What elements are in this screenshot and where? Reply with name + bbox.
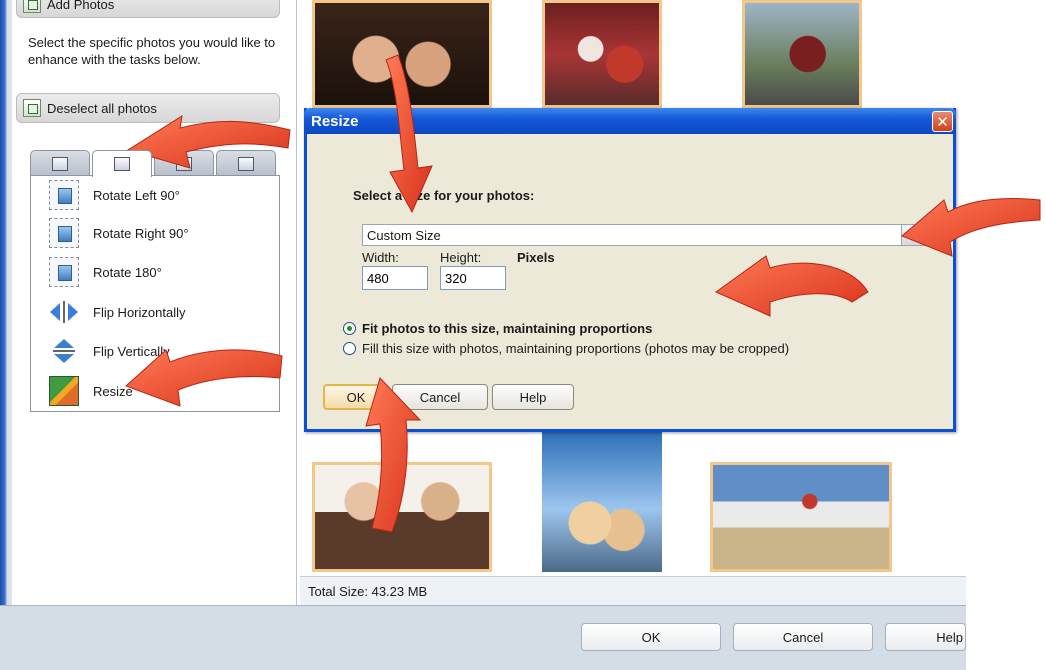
add-photos-button[interactable]: Add Photos (16, 0, 280, 18)
fill-option-label: Fill this size with photos, maintaining … (362, 340, 790, 356)
task-label: Flip Vertically (93, 343, 170, 359)
dialog-body: Select a size for your photos: Custom Si… (307, 134, 953, 429)
task-label: Flip Horizontally (93, 304, 186, 320)
photo-thumbnail[interactable] (710, 462, 892, 572)
rotate-left-icon (49, 180, 79, 210)
edit-tab-icon (52, 156, 68, 171)
rotate-180-icon (49, 257, 79, 287)
fit-option[interactable]: Fit photos to this size, maintaining pro… (343, 319, 652, 337)
task-rotate-left[interactable]: Rotate Left 90° (49, 177, 274, 213)
photo-thumbnail[interactable] (312, 0, 492, 108)
task-flip-vertical[interactable]: Flip Vertically (49, 333, 274, 369)
deselect-label: Deselect all photos (47, 100, 157, 116)
units-label: Pixels (517, 250, 555, 265)
window-edge (0, 0, 12, 670)
rotate-tab-icon (114, 157, 130, 171)
task-label: Rotate Right 90° (93, 225, 189, 241)
task-rotate-right[interactable]: Rotate Right 90° (49, 215, 274, 251)
deselect-icon (23, 99, 41, 117)
width-label: Width: (362, 250, 399, 265)
close-icon[interactable]: ✕ (932, 111, 953, 132)
task-resize[interactable]: Resize (49, 373, 274, 409)
height-label: Height: (440, 250, 482, 265)
rotate-right-icon (49, 218, 79, 248)
width-input[interactable] (362, 266, 428, 290)
task-label: Rotate Left 90° (93, 187, 180, 203)
fill-option[interactable]: Fill this size with photos, maintaining … (343, 339, 789, 357)
dialog-title: Resize (311, 112, 359, 130)
task-rotate-180[interactable]: Rotate 180° (49, 254, 274, 290)
tab-rotate-resize[interactable] (92, 150, 152, 177)
task-list: Rotate Left 90° Rotate Right 90° Rotate … (30, 175, 280, 412)
tab-effects[interactable] (154, 150, 214, 176)
status-bar: Total Size: 43.23 MB (300, 576, 966, 605)
size-preset-value: Custom Size (367, 227, 441, 243)
photo-thumbnail[interactable] (542, 0, 662, 108)
add-photos-label: Add Photos (47, 0, 115, 12)
height-input[interactable] (440, 266, 506, 290)
dialog-ok-button[interactable]: OK (323, 384, 389, 410)
fit-option-label: Fit photos to this size, maintaining pro… (362, 320, 653, 336)
photo-thumbnail[interactable] (742, 0, 862, 108)
resize-icon (49, 376, 79, 406)
fit-radio[interactable] (343, 321, 356, 335)
size-prompt: Select a size for your photos: (353, 188, 535, 203)
footer-help-button[interactable]: Help (885, 623, 966, 651)
dialog-cancel-button[interactable]: Cancel (392, 384, 488, 410)
flip-horizontal-icon (49, 297, 79, 327)
task-flip-horizontal[interactable]: Flip Horizontally (49, 294, 274, 330)
tab-share[interactable] (216, 150, 276, 176)
footer-ok-button[interactable]: OK (581, 623, 721, 651)
dialog-help-button[interactable]: Help (492, 384, 574, 410)
deselect-all-button[interactable]: Deselect all photos (16, 93, 280, 123)
photo-thumbnail[interactable] (542, 432, 662, 572)
instructions-text: Select the specific photos you would lik… (28, 35, 276, 67)
add-photos-icon (23, 0, 41, 13)
chevron-down-icon[interactable]: ▼ (901, 224, 925, 246)
tab-edit[interactable] (30, 150, 90, 176)
resize-dialog: Resize ✕ Select a size for your photos: … (304, 108, 956, 432)
share-tab-icon (238, 156, 254, 171)
size-preset-select[interactable]: Custom Size (362, 224, 902, 246)
task-label: Resize (93, 383, 133, 399)
task-tabs (30, 150, 280, 177)
footer-cancel-button[interactable]: Cancel (733, 623, 873, 651)
photo-thumbnail[interactable] (312, 462, 492, 572)
task-label: Rotate 180° (93, 264, 162, 280)
fill-radio[interactable] (343, 341, 356, 355)
flip-vertical-icon (49, 336, 79, 366)
dialog-title-bar[interactable]: Resize ✕ (304, 108, 956, 134)
effects-tab-icon (176, 156, 192, 171)
total-size: Total Size: 43.23 MB (308, 583, 428, 599)
